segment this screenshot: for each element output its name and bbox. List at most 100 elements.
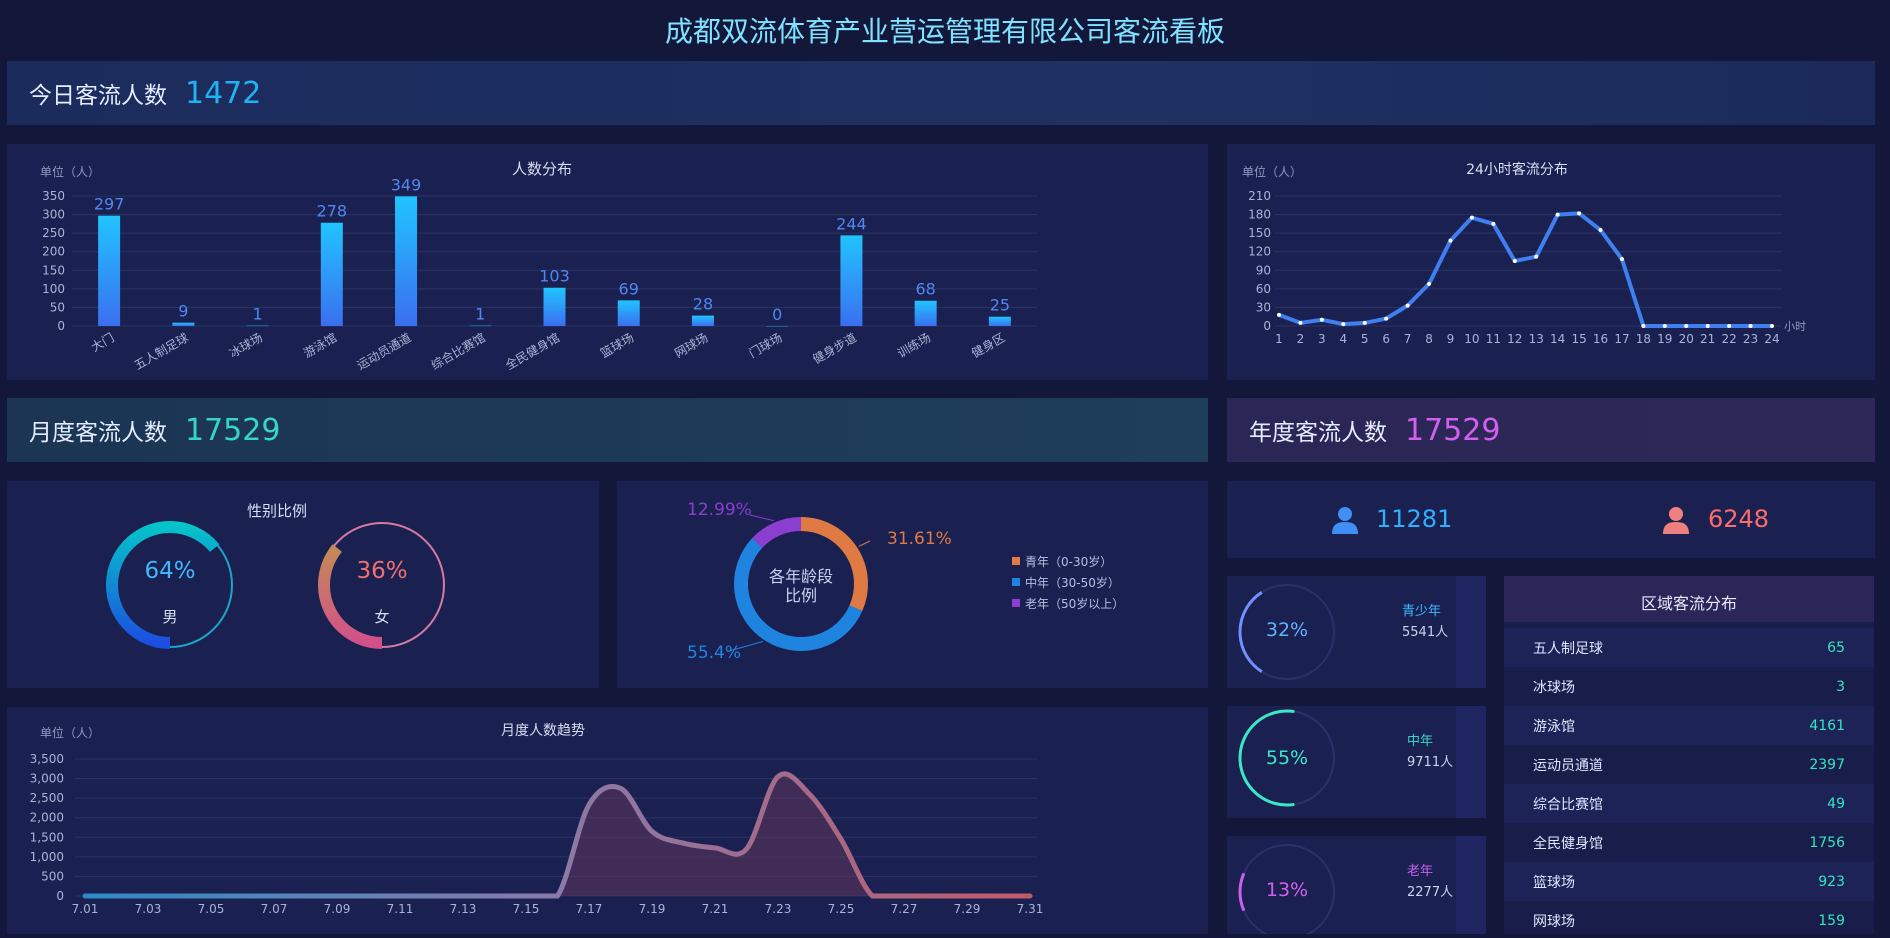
middle-count: 9711人 bbox=[1407, 755, 1454, 770]
x-tick-label: 运动员通道 bbox=[355, 330, 414, 372]
female-user-icon bbox=[1663, 507, 1689, 534]
region-value: 159 bbox=[1818, 912, 1845, 929]
bar-value-label: 297 bbox=[94, 195, 125, 214]
region-name: 篮球场 bbox=[1533, 874, 1575, 891]
region-name: 网球场 bbox=[1533, 913, 1575, 930]
hourly-flow-panel: 24小时客流分布 单位（人） 0 30 60 90 120 150 180 210 1 2 3 4 5 6 7 8… bbox=[1227, 144, 1875, 380]
region-value: 4161 bbox=[1809, 717, 1845, 734]
series-line bbox=[82, 771, 1033, 899]
male-count: 11281 bbox=[1376, 505, 1453, 533]
bar bbox=[469, 325, 492, 327]
yearly-count: 17529 bbox=[1405, 412, 1501, 448]
middle-percent: 55% bbox=[1265, 747, 1309, 769]
x-tick-label: 7.19 bbox=[639, 902, 666, 916]
bar bbox=[543, 287, 566, 326]
data-point bbox=[1427, 281, 1432, 286]
x-tick-label: 游泳馆 bbox=[301, 330, 340, 361]
x-tick-label: 6 bbox=[1382, 332, 1390, 346]
bar-value-label: 9 bbox=[178, 302, 188, 321]
y-tick-label: 0 bbox=[1263, 319, 1271, 333]
male-label: 男 bbox=[162, 608, 178, 626]
x-tick-label: 7.03 bbox=[135, 902, 162, 916]
bar bbox=[914, 300, 937, 326]
x-tick-label: 22 bbox=[1721, 332, 1736, 346]
region-value: 1756 bbox=[1809, 834, 1845, 851]
series-area bbox=[85, 773, 1030, 896]
data-point bbox=[1362, 320, 1367, 325]
bar-value-label: 28 bbox=[693, 295, 713, 314]
x-tick-label: 7.09 bbox=[324, 902, 351, 916]
x-tick-label: 15 bbox=[1571, 332, 1586, 346]
chart-title: 月度人数趋势 bbox=[501, 723, 585, 739]
age-card-side bbox=[1456, 576, 1486, 688]
bar bbox=[395, 196, 418, 326]
y-tick-label: 30 bbox=[1256, 300, 1271, 314]
female-count: 6248 bbox=[1708, 505, 1770, 533]
x-tick-label: 健身步道 bbox=[810, 330, 859, 367]
bar-value-label: 244 bbox=[836, 214, 867, 233]
legend-label: 青年（0-30岁） bbox=[1025, 554, 1112, 569]
monthly-label: 月度客流人数 bbox=[29, 420, 167, 446]
x-tick-label: 健身区 bbox=[969, 330, 1008, 361]
yearly-label: 年度客流人数 bbox=[1249, 420, 1387, 446]
data-point bbox=[1770, 324, 1774, 328]
donut-center-label: 各年龄段 bbox=[769, 567, 833, 586]
age-ratio-panel: 31.61% 青年（0-30岁） 55.4% 中年（30-50岁） 12.99% 老年（5… bbox=[617, 481, 1208, 688]
data-point bbox=[1384, 316, 1389, 321]
x-tick-label: 7.29 bbox=[954, 902, 981, 916]
x-tick-label: 17 bbox=[1614, 332, 1629, 346]
x-tick-label: 14 bbox=[1550, 332, 1565, 346]
chart-title: 24小时客流分布 bbox=[1466, 161, 1568, 178]
x-tick-label: 12 bbox=[1507, 332, 1522, 346]
table-row: 综合比赛馆 49 bbox=[1504, 784, 1874, 823]
y-tick-label: 200 bbox=[42, 245, 65, 259]
people-distribution-chart: 人数分布单位（人）050100150200250300350 297大门9五人制足… bbox=[40, 160, 1037, 373]
male-user-icon bbox=[1332, 507, 1358, 534]
region-name: 五人制足球 bbox=[1533, 640, 1603, 657]
data-point bbox=[1277, 312, 1281, 317]
table-row: 五人制足球 65 bbox=[1504, 628, 1874, 667]
age-card-youth: 32% 青少年 5541人 bbox=[1227, 576, 1486, 688]
x-tick-label: 7.31 bbox=[1017, 902, 1044, 916]
y-axis-label: 单位（人） bbox=[40, 164, 100, 179]
monthly-trend-panel: 月度人数趋势 单位（人） 0 500 1,000 1,500 2,000 2,500 3,000… bbox=[7, 707, 1208, 934]
bar-value-label: 1 bbox=[475, 305, 485, 324]
region-value: 49 bbox=[1827, 795, 1845, 812]
x-tick-label: 9 bbox=[1447, 332, 1455, 346]
x-tick-label: 20 bbox=[1679, 332, 1694, 346]
data-point bbox=[1298, 320, 1303, 325]
y-tick-label: 100 bbox=[42, 282, 65, 296]
table-row: 网球场 159 bbox=[1504, 901, 1874, 934]
y-axis-label: 单位（人） bbox=[1242, 164, 1302, 179]
table-row: 冰球场 3 bbox=[1504, 667, 1874, 706]
people-distribution-panel: 人数分布 单位（人） 0 50 100 150 200 250 300 350 297 大门 9 五人制足… bbox=[7, 144, 1208, 380]
y-tick-label: 90 bbox=[1256, 263, 1271, 277]
x-tick-label: 19 bbox=[1657, 332, 1672, 346]
bar-value-label: 0 bbox=[772, 305, 782, 324]
region-table-panel: 区域客流分布 五人制足球 65 冰球场 3 游泳馆 4161 运动员通道 2397 综合… bbox=[1504, 576, 1874, 934]
region-name: 冰球场 bbox=[1533, 679, 1575, 696]
x-tick-label: 7.13 bbox=[450, 902, 477, 916]
x-tick-label: 8 bbox=[1425, 332, 1433, 346]
region-table-title: 区域客流分布 bbox=[1640, 594, 1737, 613]
data-point bbox=[1705, 324, 1710, 328]
bar bbox=[988, 316, 1011, 326]
x-tick-label: 23 bbox=[1743, 332, 1758, 346]
x-tick-label: 3 bbox=[1318, 332, 1326, 346]
legend-label: 老年（50岁以上） bbox=[1025, 596, 1124, 611]
data-point bbox=[1662, 324, 1667, 328]
y-tick-label: 210 bbox=[1248, 189, 1271, 203]
y-tick-label: 300 bbox=[42, 208, 65, 222]
page-title: 成都双流体育产业营运管理有限公司客流看板 bbox=[664, 15, 1225, 48]
legend-label: 中年（30-50岁） bbox=[1025, 575, 1120, 590]
female-label: 女 bbox=[374, 608, 390, 626]
age-card-side bbox=[1456, 836, 1486, 934]
bar-value-label: 278 bbox=[317, 202, 348, 221]
x-tick-label: 7.21 bbox=[702, 902, 729, 916]
data-point bbox=[1534, 254, 1539, 259]
x-tick-label: 网球场 bbox=[672, 330, 710, 360]
senior-name: 老年 bbox=[1407, 864, 1434, 879]
youth-name: 青少年 bbox=[1402, 604, 1442, 619]
x-tick-label: 18 bbox=[1636, 332, 1651, 346]
x-tick-label: 7.15 bbox=[513, 902, 540, 916]
